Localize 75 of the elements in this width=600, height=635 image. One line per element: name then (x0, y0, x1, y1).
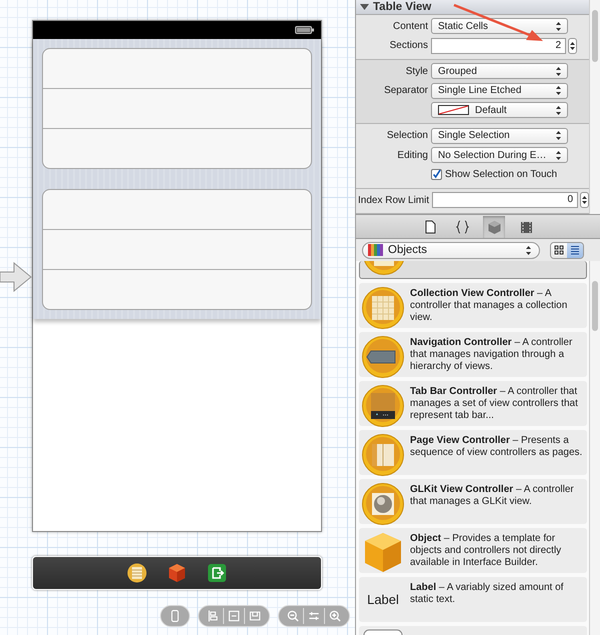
zoom-fit-icon (307, 609, 321, 623)
tab-bar-icon (361, 384, 405, 428)
number-field[interactable]: 0 (432, 192, 578, 208)
item-description: Page View Controller – Presents a sequence of view controllers as pages. (410, 434, 583, 459)
braces-icon (454, 220, 470, 234)
updown-arrows-icon (554, 104, 563, 116)
popup-button[interactable]: Grouped (431, 63, 568, 80)
list-view-button[interactable] (567, 242, 583, 258)
color-popup-button[interactable]: Default (431, 102, 568, 118)
field-label: Style (404, 66, 429, 77)
cube-icon (486, 220, 502, 234)
sphere-icon (361, 482, 405, 526)
popup-button[interactable]: No Selection During E… (431, 147, 568, 164)
grid-view-icon (554, 245, 564, 255)
checkbox[interactable]: Show Selection on Touch (431, 169, 558, 180)
list-view-icon (570, 245, 580, 255)
library-item[interactable]: Object – Provides a template for objects and controllers not directly available in Interface Builder. (359, 528, 587, 573)
library-item[interactable]: Label Label – A variably sized amount of static text. (359, 577, 587, 622)
popup-button[interactable]: Static Cells (431, 18, 568, 34)
library-item[interactable]: Page View Controller – Presents a sequence of view controllers as pages. (359, 430, 587, 475)
updown-arrows-icon (524, 244, 533, 256)
item-description: GLKit View Controller – A controller that manages a GLKit view. (410, 483, 575, 508)
field-label: Selection (386, 130, 429, 142)
field-label: Content (392, 20, 429, 32)
popup-button[interactable]: Single Line Etched (431, 82, 568, 99)
grid-icon (361, 286, 405, 330)
item-description: Navigation Controller – A controller that manages navigation through a hierarchy of views. (410, 336, 574, 373)
scrollbar-thumb[interactable] (592, 10, 598, 62)
item-description: Object – Provides a template for objects and controllers not directly available in Interface Builder. (410, 532, 562, 569)
stepper-button[interactable] (568, 38, 577, 54)
book-icon (361, 433, 405, 477)
film-icon (518, 220, 534, 234)
section-title: Table View (373, 0, 432, 13)
stepper-button[interactable] (580, 192, 589, 208)
popup-button[interactable]: Single Selection (431, 128, 568, 144)
grid-view-button[interactable] (551, 242, 567, 258)
battery-icon (295, 25, 315, 35)
field-label: Index Row Limit (357, 194, 430, 206)
frame-icon (248, 609, 262, 623)
item-description: Tab Bar Controller – A controller that manages a set of view controllers that represent tab bar... (410, 385, 579, 422)
field-label: Editing (396, 150, 429, 161)
books-icon (368, 244, 384, 256)
scrollbar-thumb[interactable] (592, 281, 598, 331)
zoom-out-icon (286, 609, 300, 623)
section-header[interactable]: Table View (356, 0, 589, 14)
number-field[interactable]: 2 (431, 38, 566, 54)
cube-icon (363, 531, 403, 573)
exit-icon[interactable] (207, 563, 227, 583)
navigation-bar-icon (361, 335, 405, 379)
library-filter-popup[interactable]: Objects (362, 242, 540, 258)
field-label: Separator (383, 85, 429, 96)
resize-icon (227, 609, 241, 623)
item-description: Collection View Controller – A controller that manages a collection view. (410, 287, 568, 324)
updown-arrows-icon (581, 194, 588, 206)
library-item[interactable]: Collection View Controller – A controller that manages a collection view. (359, 283, 587, 328)
checkmark-icon (432, 169, 441, 180)
color-swatch-icon (438, 105, 469, 116)
updown-arrows-icon (554, 150, 563, 161)
align-icon (206, 609, 220, 623)
cube-icon[interactable] (167, 563, 187, 583)
file-icon (422, 220, 438, 234)
view-controller-scene[interactable] (32, 20, 322, 532)
library-item[interactable]: Navigation Controller – A controller that manages navigation through a hierarchy of views. (359, 332, 587, 377)
updown-arrows-icon (569, 40, 576, 52)
updown-arrows-icon (554, 130, 563, 142)
library-item[interactable]: Tab Bar Controller – A controller that manages a set of view controllers that represent tab bar... (359, 381, 587, 426)
zoom-in-icon (328, 609, 342, 623)
label-icon: Label (367, 580, 399, 607)
updown-arrows-icon (554, 85, 563, 96)
field-label: Sections (388, 40, 429, 52)
updown-arrows-icon (554, 20, 563, 32)
item-description: Label – A variably sized amount of static text. (410, 581, 564, 606)
library-item[interactable]: GLKit View Controller – A controller that manages a GLKit view. (359, 479, 587, 524)
updown-arrows-icon (554, 66, 563, 77)
table-controller-icon[interactable] (127, 563, 147, 583)
